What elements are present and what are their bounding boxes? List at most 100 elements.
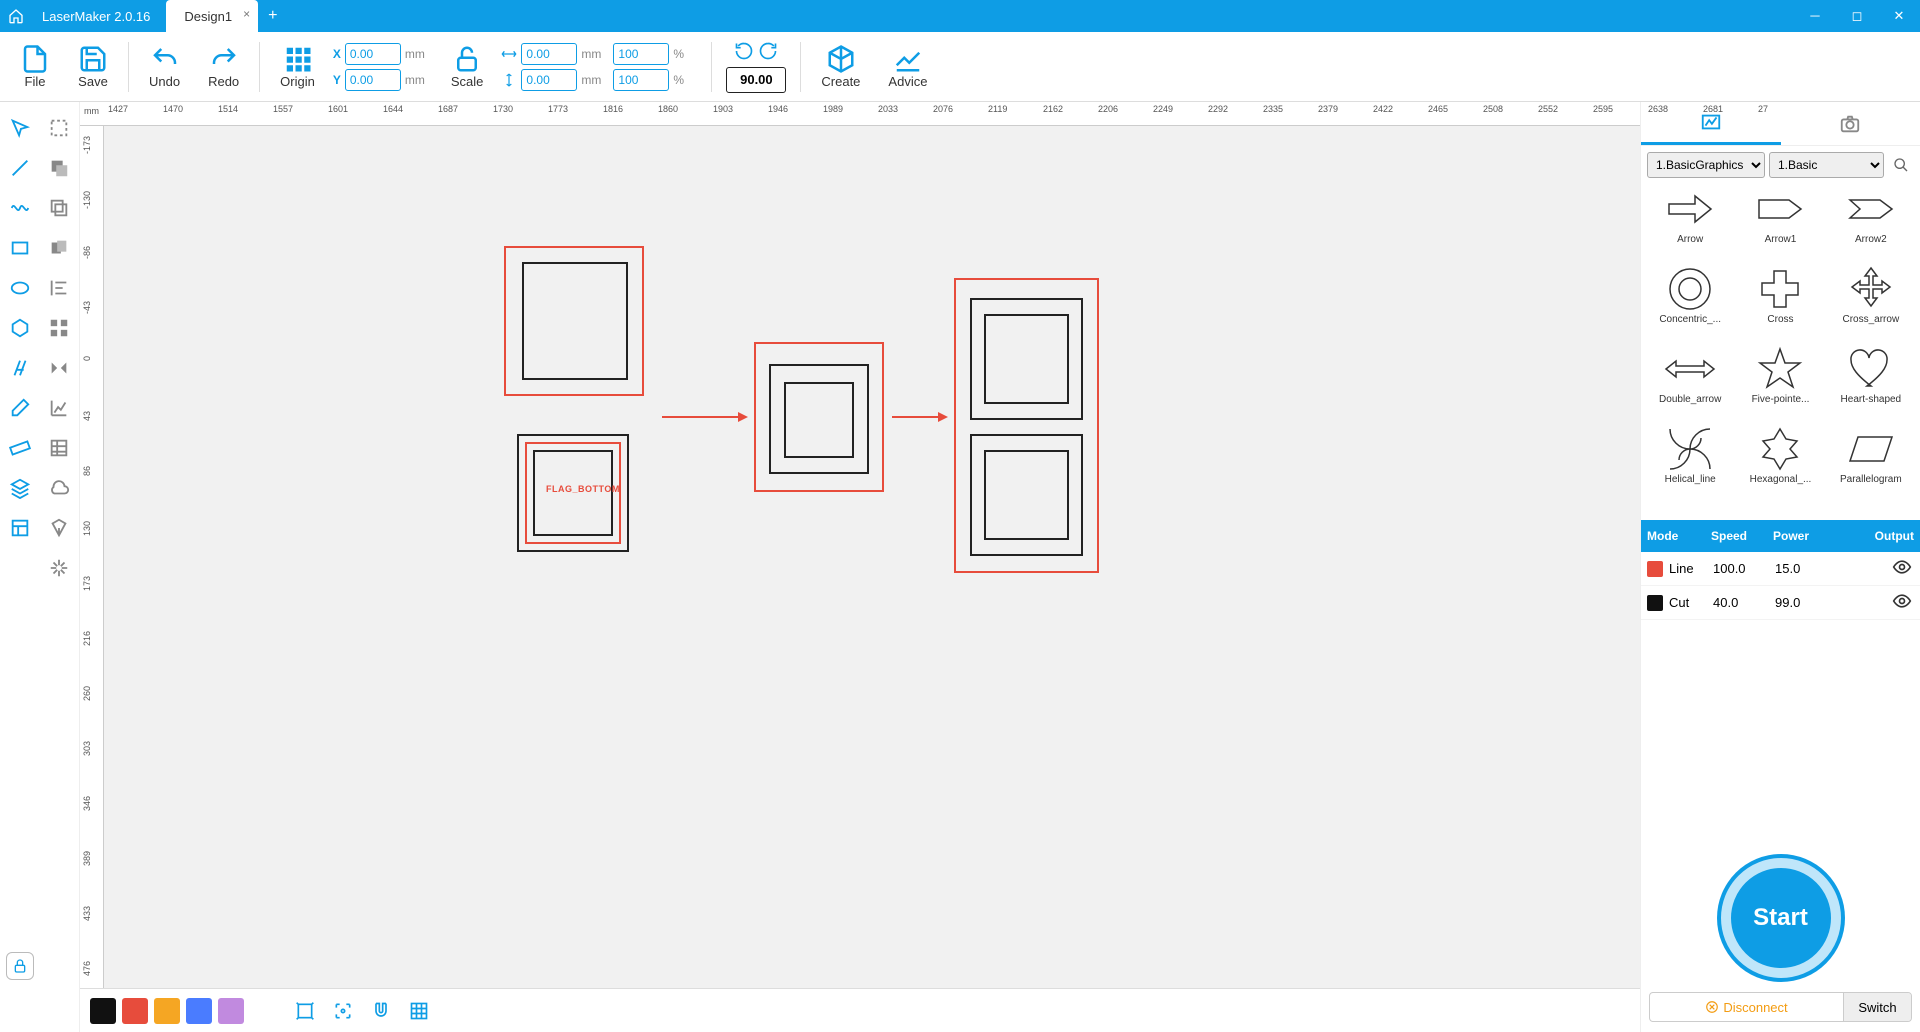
shape-subcategory-select[interactable]: 1.Basic bbox=[1769, 152, 1884, 178]
select-tool[interactable] bbox=[0, 108, 40, 148]
advice-button[interactable]: Advice bbox=[874, 32, 941, 101]
layer-row[interactable]: Line100.015.0 bbox=[1641, 552, 1920, 586]
new-tab-button[interactable]: + bbox=[258, 7, 287, 25]
minimize-button[interactable]: ─ bbox=[1794, 8, 1836, 24]
file-button[interactable]: File bbox=[6, 32, 64, 101]
rotate-cw-icon[interactable] bbox=[758, 41, 778, 61]
rotate-ccw-icon[interactable] bbox=[734, 41, 754, 61]
main-toolbar: File Save Undo Redo Origin X mm Y mm Sca… bbox=[0, 32, 1920, 102]
undo-button[interactable]: Undo bbox=[135, 32, 194, 101]
pen-tool[interactable] bbox=[40, 508, 80, 548]
frame-icon[interactable] bbox=[290, 996, 320, 1026]
rect-tool[interactable] bbox=[0, 228, 40, 268]
shape-item[interactable]: Heart-shaped bbox=[1828, 344, 1914, 422]
visibility-icon[interactable] bbox=[1892, 557, 1912, 580]
ruler-tick: 2076 bbox=[933, 104, 953, 114]
maximize-button[interactable]: ◻ bbox=[1836, 8, 1878, 24]
duplicate-tool[interactable] bbox=[40, 188, 80, 228]
grid-array-tool[interactable] bbox=[40, 308, 80, 348]
disconnect-button[interactable]: Disconnect bbox=[1650, 993, 1843, 1021]
color-swatch[interactable] bbox=[218, 998, 244, 1024]
height-pct-input[interactable] bbox=[613, 69, 669, 91]
laser-tool[interactable] bbox=[40, 548, 80, 588]
text-tool[interactable] bbox=[0, 348, 40, 388]
y-input[interactable] bbox=[345, 69, 401, 91]
shape-item[interactable]: Helical_line bbox=[1647, 424, 1733, 502]
x-input[interactable] bbox=[345, 43, 401, 65]
tab-design1[interactable]: Design1 × bbox=[166, 0, 258, 32]
lock-button[interactable] bbox=[6, 952, 34, 980]
ruler-tick: 1816 bbox=[603, 104, 623, 114]
shape-item[interactable]: Double_arrow bbox=[1647, 344, 1733, 422]
switch-button[interactable]: Switch bbox=[1843, 993, 1911, 1021]
canvas-shape[interactable] bbox=[984, 450, 1069, 540]
grid-icon[interactable] bbox=[404, 996, 434, 1026]
shape-item[interactable]: Five-pointe... bbox=[1737, 344, 1823, 422]
save-button[interactable]: Save bbox=[64, 32, 122, 101]
mirror-tool[interactable] bbox=[40, 348, 80, 388]
close-button[interactable]: ✕ bbox=[1878, 8, 1920, 24]
color-swatch[interactable] bbox=[186, 998, 212, 1024]
origin-button[interactable]: Origin bbox=[266, 32, 329, 101]
redo-button[interactable]: Redo bbox=[194, 32, 253, 101]
ruler-tick: 260 bbox=[82, 686, 92, 701]
shape-item[interactable]: Hexagonal_... bbox=[1737, 424, 1823, 502]
shape-search-icon[interactable] bbox=[1888, 152, 1914, 178]
line-tool[interactable] bbox=[0, 148, 40, 188]
shape-group-tool[interactable] bbox=[40, 148, 80, 188]
color-swatch[interactable] bbox=[122, 998, 148, 1024]
shape-category-select[interactable]: 1.BasicGraphics bbox=[1647, 152, 1765, 178]
layer-row[interactable]: Cut40.099.0 bbox=[1641, 586, 1920, 620]
canvas-text[interactable]: FLAG_BOTTOM bbox=[546, 484, 620, 494]
align-tool[interactable] bbox=[40, 268, 80, 308]
titlebar: LaserMaker 2.0.16 Design1 × + ─ ◻ ✕ bbox=[0, 0, 1920, 32]
width-pct-input[interactable] bbox=[613, 43, 669, 65]
rotation-input[interactable]: 90.00 bbox=[726, 67, 786, 93]
curve-tool[interactable] bbox=[0, 188, 40, 228]
ruler-tick: 1903 bbox=[713, 104, 733, 114]
focus-icon[interactable] bbox=[328, 996, 358, 1026]
scale-button[interactable]: Scale bbox=[437, 32, 498, 101]
shape-item[interactable]: Concentric_... bbox=[1647, 264, 1733, 342]
layout-tool[interactable] bbox=[0, 508, 40, 548]
ruler-tick: 2552 bbox=[1538, 104, 1558, 114]
canvas-arrow[interactable] bbox=[892, 416, 946, 418]
layers-tool[interactable] bbox=[0, 468, 40, 508]
shape-item[interactable]: Cross bbox=[1737, 264, 1823, 342]
ellipse-tool[interactable] bbox=[0, 268, 40, 308]
visibility-icon[interactable] bbox=[1892, 591, 1912, 614]
canvas-shape[interactable] bbox=[784, 382, 854, 458]
ruler-tick: 2508 bbox=[1483, 104, 1503, 114]
eraser-tool[interactable] bbox=[0, 388, 40, 428]
shape-item[interactable]: Parallelogram bbox=[1828, 424, 1914, 502]
color-swatch[interactable] bbox=[90, 998, 116, 1024]
canvas-shape[interactable] bbox=[522, 262, 628, 380]
copy-tool[interactable] bbox=[40, 228, 80, 268]
create-button[interactable]: Create bbox=[807, 32, 874, 101]
polygon-tool[interactable] bbox=[0, 308, 40, 348]
left-tool-palette bbox=[0, 102, 80, 1032]
shape-item[interactable]: Arrow bbox=[1647, 184, 1733, 262]
layer-color-swatch[interactable] bbox=[1647, 561, 1663, 577]
shape-item[interactable]: Cross_arrow bbox=[1828, 264, 1914, 342]
cloud-tool[interactable] bbox=[40, 468, 80, 508]
close-tab-icon[interactable]: × bbox=[243, 7, 250, 21]
home-icon[interactable] bbox=[0, 8, 32, 24]
shape-item[interactable]: Arrow2 bbox=[1828, 184, 1914, 262]
magnet-icon[interactable] bbox=[366, 996, 396, 1026]
canvas-arrow[interactable] bbox=[662, 416, 746, 418]
tab-camera[interactable] bbox=[1781, 102, 1920, 145]
marquee-tool[interactable] bbox=[40, 108, 80, 148]
height-icon bbox=[501, 73, 517, 87]
width-input[interactable] bbox=[521, 43, 577, 65]
color-swatch[interactable] bbox=[154, 998, 180, 1024]
canvas-shape[interactable] bbox=[984, 314, 1069, 404]
canvas[interactable]: FLAG_BOTTOM bbox=[104, 126, 1640, 988]
shape-item[interactable]: Arrow1 bbox=[1737, 184, 1823, 262]
height-input[interactable] bbox=[521, 69, 577, 91]
layer-color-swatch[interactable] bbox=[1647, 595, 1663, 611]
start-button[interactable]: Start bbox=[1721, 858, 1841, 978]
graph-tool[interactable] bbox=[40, 388, 80, 428]
measure-tool[interactable] bbox=[0, 428, 40, 468]
table-tool[interactable] bbox=[40, 428, 80, 468]
